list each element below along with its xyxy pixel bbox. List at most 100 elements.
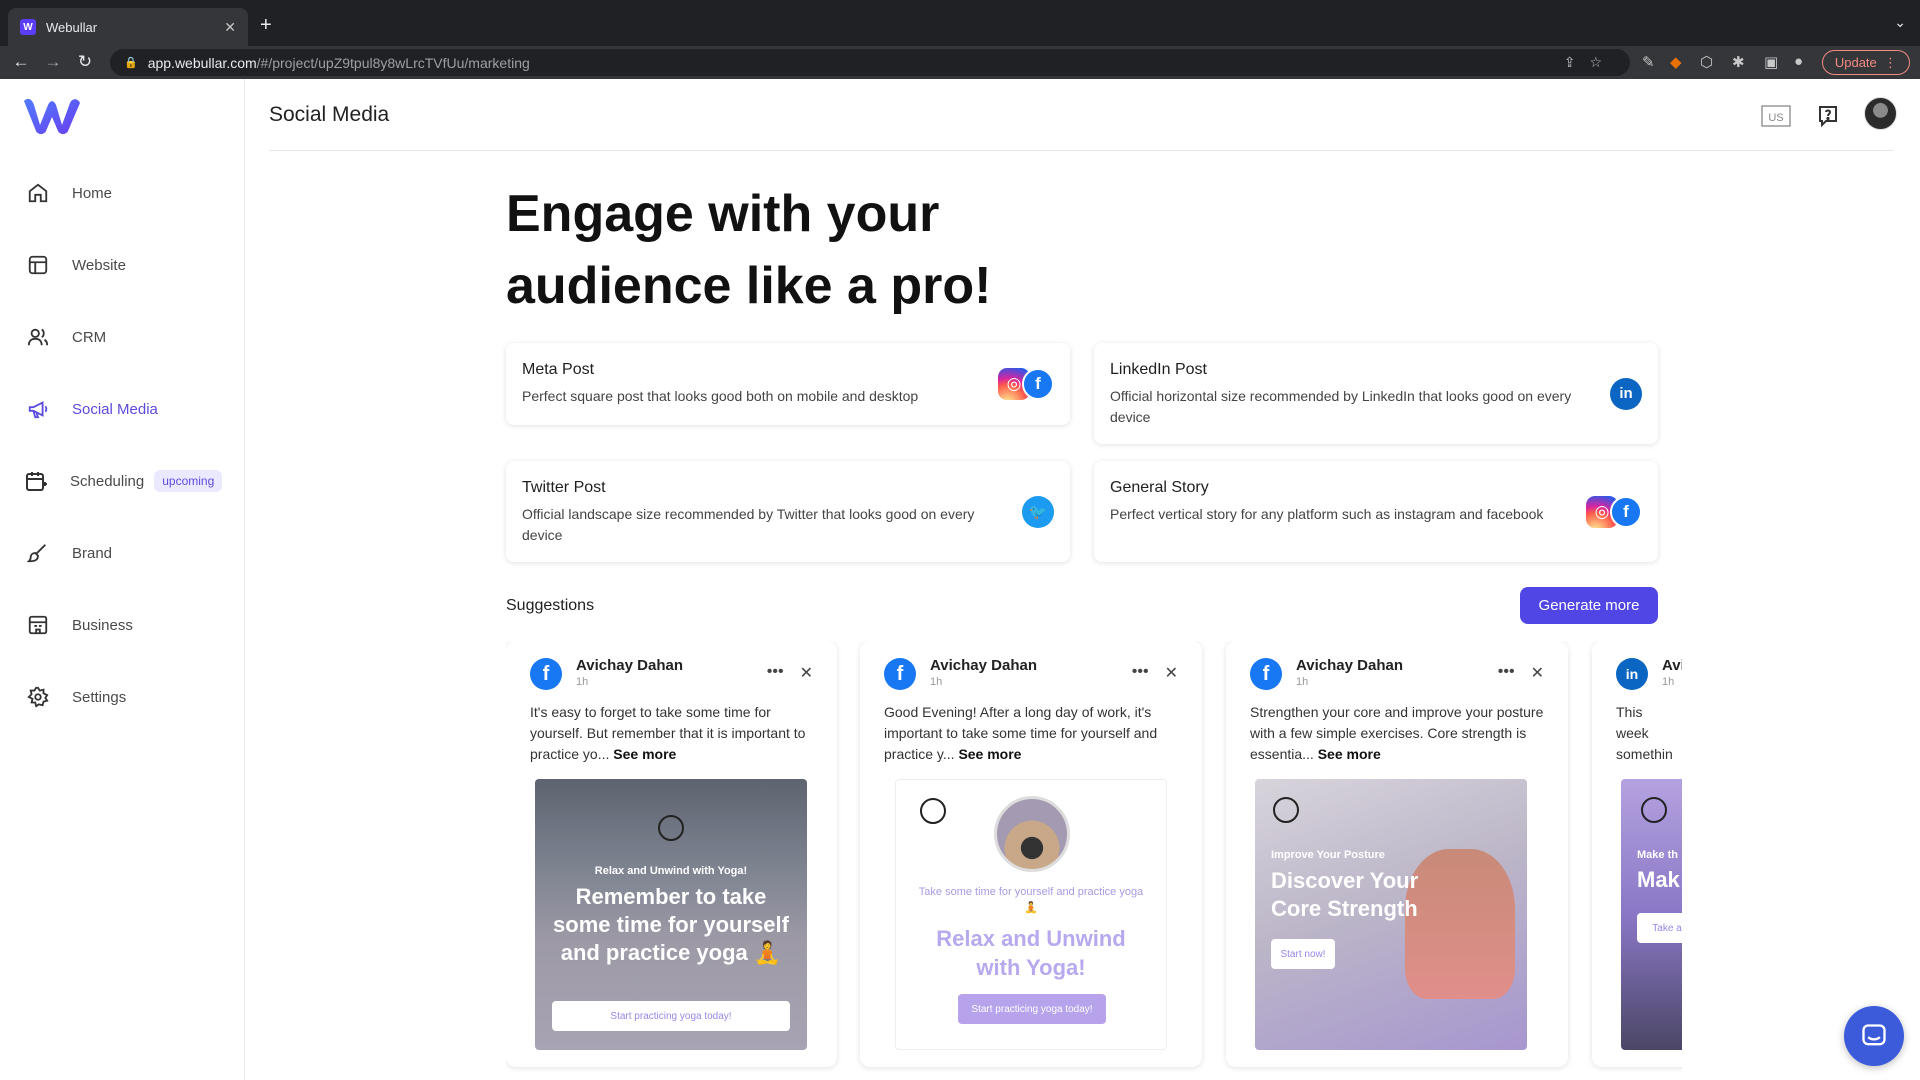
reload-icon[interactable]: ↻ [74,52,96,72]
sidebar-item-business[interactable]: Business [24,607,133,643]
user-avatar[interactable] [1864,97,1897,130]
post-image[interactable]: Take some time for yourself and practice… [895,779,1167,1050]
extension-fox-icon[interactable]: ◆ [1670,53,1682,71]
image-headline: Remember to take some time for yourself … [553,884,789,965]
suggestion-post[interactable]: f Avichay Dahan 1h ••• ✕ It's easy to fo… [506,641,837,1067]
image-cta-button: Start practicing yoga today! [958,994,1106,1024]
sidebar-item-scheduling[interactable]: Scheduling upcoming [22,463,223,499]
update-label: Update [1834,55,1877,70]
generate-more-button[interactable]: Generate more [1520,587,1658,624]
extensions-puzzle-icon[interactable]: ✱ [1732,53,1745,71]
suggestions-title: Suggestions [506,597,595,614]
browser-tab-bar: W Webullar ✕ + ⌄ [0,0,1920,46]
more-options-icon[interactable]: ••• [1498,663,1515,683]
card-description: Official landscape size recommended by T… [522,506,975,543]
post-time: 1h [930,676,943,688]
sidebar-item-settings[interactable]: Settings [24,679,126,715]
tab-search-chevron-icon[interactable]: ⌄ [1894,14,1906,31]
language-code: US [1768,112,1783,124]
close-icon[interactable]: ✕ [1531,663,1544,683]
image-cta-button: Start now! [1271,939,1335,969]
back-icon[interactable]: ← [10,52,32,72]
card-description: Official horizontal size recommended by … [1110,388,1572,425]
megaphone-icon [24,395,52,423]
sidebar-item-crm[interactable]: CRM [24,319,106,355]
image-headline: Mak [1637,867,1680,892]
help-icon[interactable] [1812,100,1844,132]
image-kicker: Improve Your Posture [1271,849,1385,861]
new-tab-icon[interactable]: + [260,14,272,37]
sidebar-item-home[interactable]: Home [24,175,112,211]
image-cta-button: Take a [1637,913,1682,943]
suggestions-carousel: f Avichay Dahan 1h ••• ✕ It's easy to fo… [506,641,1682,1080]
suggestion-post[interactable]: in Avi 1h This week somethin pause an Ma… [1592,641,1682,1067]
header-divider [269,150,1894,151]
see-more-link[interactable]: See more [958,746,1021,762]
linkedin-icon: in [1616,658,1648,690]
page-title: Social Media [269,103,390,126]
post-image[interactable]: Relax and Unwind with Yoga! Remember to … [535,779,807,1050]
chat-support-button[interactable] [1844,1006,1904,1066]
linkedin-icon: in [1610,377,1642,410]
card-description: Perfect vertical story for any platform … [1110,506,1544,522]
more-options-icon[interactable]: ••• [767,663,784,683]
lock-icon: 🔒 [124,57,138,69]
post-body: Strengthen your core and improve your po… [1250,704,1544,762]
see-more-link[interactable]: See more [613,746,676,762]
see-more-link[interactable]: See more [1318,746,1381,762]
sidebar-item-label: Home [72,184,113,202]
general-story-card[interactable]: General Story Perfect vertical story for… [1094,461,1658,562]
sidebar-item-label: CRM [72,328,107,346]
post-image[interactable]: Make th Mak Take a [1621,779,1682,1050]
card-title: Twitter Post [522,479,606,496]
language-flag-icon[interactable]: US [1760,100,1792,132]
post-text: This week somethin pause an [1616,704,1673,762]
browser-tab[interactable]: W Webullar ✕ [8,8,248,46]
home-icon [24,179,52,207]
close-tab-icon[interactable]: ✕ [224,19,236,36]
brush-icon [24,539,52,567]
users-icon [24,323,52,351]
sidebar-item-label: Social Media [72,400,158,418]
suggestion-post[interactable]: f Avichay Dahan 1h ••• ✕ Good Evening! A… [860,641,1202,1067]
card-description: Perfect square post that looks good both… [522,388,919,404]
url-host: app.webullar.com [147,54,257,71]
close-icon[interactable]: ✕ [1165,663,1178,683]
side-panel-icon[interactable]: ▣ [1764,53,1778,71]
share-bookmark-icons[interactable]: ⇪☆ [1564,54,1616,71]
twitter-post-card[interactable]: Twitter Post Official landscape size rec… [506,461,1070,562]
sidebar: Home Website CRM Social Media Scheduling… [0,79,245,1080]
close-icon[interactable]: ✕ [800,663,813,683]
facebook-icon: f [884,658,916,690]
more-options-icon[interactable]: ••• [1132,663,1149,683]
sidebar-item-label: Brand [72,544,113,562]
forward-icon[interactable]: → [42,52,64,72]
sidebar-item-social-media[interactable]: Social Media [24,391,158,427]
post-image[interactable]: Improve Your Posture Discover Your Core … [1255,779,1527,1050]
gear-icon [24,683,52,711]
url-field[interactable]: 🔒 app.webullar.com/#/project/upZ9tpul8y8… [110,49,1630,76]
webullar-logo[interactable] [22,95,82,135]
profile-icon[interactable]: ● [1794,53,1803,70]
building-icon [24,611,52,639]
hero-heading: Engage with your audience like a pro! [506,178,1206,322]
linkedin-post-card[interactable]: LinkedIn Post Official horizontal size r… [1094,343,1658,444]
post-author: Avichay Dahan [576,657,683,674]
sidebar-item-brand[interactable]: Brand [24,535,112,571]
brand-crest-icon [1273,797,1299,823]
address-bar: ← → ↻ 🔒 app.webullar.com/#/project/upZ9t… [0,46,1920,79]
extension-cube-icon[interactable]: ⬡ [1700,53,1713,71]
sidebar-item-website[interactable]: Website [24,247,126,283]
suggestion-post[interactable]: f Avichay Dahan 1h ••• ✕ Strengthen your… [1226,641,1568,1067]
browser-update-button[interactable]: Update ⋮ [1821,50,1910,75]
sidebar-item-label: Settings [72,688,127,706]
twitter-icon: 🐦 [1022,495,1054,528]
image-kicker: Relax and Unwind with Yoga! [594,865,748,877]
url-path: /#/project/upZ9tpul8y8wLrcTVfUu/marketin… [256,54,530,71]
card-title: General Story [1110,479,1209,496]
extension-pen-icon[interactable]: ✎ [1642,53,1655,71]
meta-post-card[interactable]: Meta Post Perfect square post that looks… [506,343,1070,425]
post-text: Strengthen your core and improve your po… [1250,702,1544,766]
brand-crest-icon [920,798,946,824]
post-time: 1h [576,676,589,688]
